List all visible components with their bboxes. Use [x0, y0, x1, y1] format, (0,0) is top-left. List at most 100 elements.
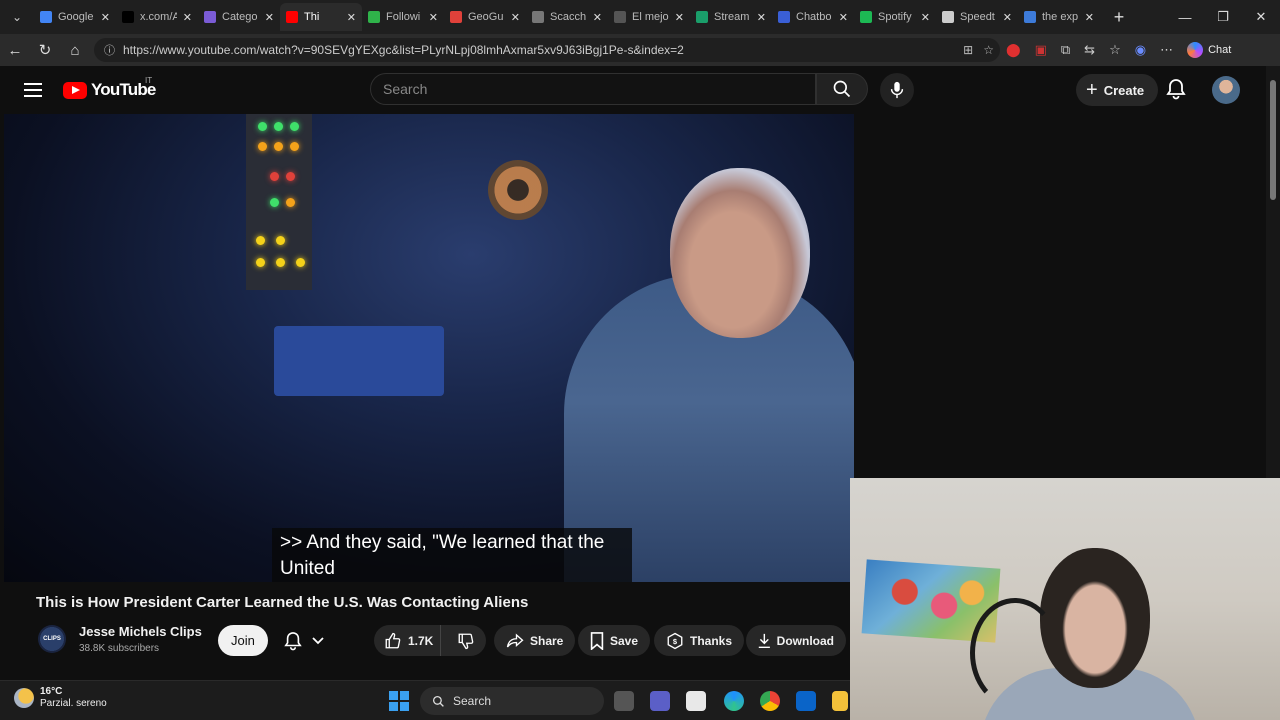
tab-close-icon[interactable]: ✕ [921, 11, 930, 24]
microsoft-store-icon[interactable] [686, 691, 706, 711]
browser-tab[interactable]: the exp ✕ [1018, 3, 1100, 31]
file-explorer-icon[interactable] [832, 691, 848, 711]
subscriber-count: 38.8K subscribers [79, 643, 160, 654]
url-text: https://www.youtube.com/watch?v=90SEVgYE… [123, 43, 684, 57]
outlook-icon[interactable] [796, 691, 816, 711]
channel-name[interactable]: Jesse Michels Clips [79, 624, 202, 639]
youtube-header: YouTube IT + Create [0, 66, 1266, 114]
notifications-button[interactable] [1166, 78, 1186, 105]
bell-icon [284, 631, 302, 650]
browser-tab[interactable]: x.com/A ✕ [116, 3, 198, 31]
save-button[interactable]: Save [578, 625, 651, 656]
video-scene-led [276, 236, 285, 245]
browser-tab[interactable]: Stream ✕ [690, 3, 772, 31]
address-bar[interactable]: ⓘ https://www.youtube.com/watch?v=90SEVg… [94, 38, 1000, 62]
taskbar-search[interactable]: Search [420, 687, 604, 715]
tab-close-icon[interactable]: ✕ [265, 11, 274, 24]
profile-icon[interactable]: ◉ [1135, 42, 1146, 58]
edge-browser-icon[interactable] [724, 691, 744, 711]
browser-tab[interactable]: Scacch ✕ [526, 3, 608, 31]
search-button[interactable] [816, 73, 868, 105]
split-screen-icon[interactable]: ⇆ [1084, 42, 1095, 58]
tab-close-icon[interactable]: ✕ [429, 11, 438, 24]
tab-close-icon[interactable]: ✕ [757, 11, 766, 24]
tab-close-icon[interactable]: ✕ [347, 11, 356, 24]
task-view-icon[interactable] [614, 691, 634, 711]
dislike-button[interactable] [447, 632, 487, 650]
svg-text:$: $ [673, 637, 678, 646]
video-scene-led [286, 198, 295, 207]
channel-avatar[interactable]: CLIPS [38, 625, 66, 653]
extension-icon-2[interactable]: ▣ [1035, 42, 1047, 58]
voice-search-button[interactable] [880, 73, 914, 107]
subscription-notification-button[interactable] [272, 625, 336, 656]
browser-tab[interactable]: Chatbo ✕ [772, 3, 854, 31]
tab-close-icon[interactable]: ✕ [839, 11, 848, 24]
chrome-icon[interactable] [760, 691, 780, 711]
video-player[interactable]: >> And they said, "We learned that the U… [4, 114, 854, 582]
video-scene-led [296, 258, 305, 267]
home-button[interactable]: ⌂ [60, 42, 90, 59]
favorites-icon[interactable]: ☆ [1109, 42, 1121, 58]
account-avatar[interactable] [1212, 76, 1240, 104]
video-title: This is How President Carter Learned the… [36, 594, 529, 611]
browser-tab[interactable]: Followi ✕ [362, 3, 444, 31]
close-window-button[interactable]: ✕ [1242, 0, 1280, 34]
copilot-chat-button[interactable]: Chat [1187, 42, 1231, 58]
caption-line-1: >> And they said, "We learned that the [280, 532, 605, 553]
browser-tab[interactable]: Thi ✕ [280, 3, 362, 31]
maximize-button[interactable]: ❐ [1204, 0, 1242, 34]
app-available-icon[interactable]: ⊞ [963, 43, 973, 57]
video-scene-equipment-panel [246, 114, 312, 290]
back-button[interactable]: ← [0, 42, 30, 59]
search-icon [833, 80, 851, 98]
download-button[interactable]: Download [746, 625, 846, 656]
join-button[interactable]: Join [218, 625, 268, 656]
browser-tab[interactable]: Speedt ✕ [936, 3, 1018, 31]
favorite-star-icon[interactable]: ☆ [983, 43, 994, 57]
new-tab-button[interactable]: + [1104, 7, 1134, 28]
tab-close-icon[interactable]: ✕ [183, 11, 192, 24]
tab-close-icon[interactable]: ✕ [593, 11, 602, 24]
reload-button[interactable]: ↻ [30, 41, 60, 59]
extensions-icon[interactable]: ⧉ [1061, 42, 1070, 58]
browser-tab[interactable]: Google ✕ [34, 3, 116, 31]
minimize-button[interactable]: — [1166, 0, 1204, 34]
windows-start-icon[interactable] [389, 691, 409, 711]
tab-actions-menu[interactable]: ⌄ [0, 0, 34, 34]
thanks-label: Thanks [690, 633, 733, 648]
browser-tab[interactable]: El mejo ✕ [608, 3, 690, 31]
tab-favicon-icon [204, 11, 216, 23]
settings-more-icon[interactable]: ⋯ [1160, 42, 1173, 58]
search-input[interactable] [383, 81, 815, 97]
extension-red-icon[interactable]: ⬤ [1006, 42, 1021, 58]
browser-tab[interactable]: GeoGu ✕ [444, 3, 526, 31]
copilot-icon [1187, 42, 1204, 58]
tab-close-icon[interactable]: ✕ [1085, 11, 1094, 24]
video-scene-led [270, 172, 279, 181]
teams-icon[interactable] [650, 691, 670, 711]
chevron-down-icon [312, 636, 324, 644]
tab-favicon-icon [122, 11, 134, 23]
tab-close-icon[interactable]: ✕ [101, 11, 110, 24]
share-label: Share [530, 633, 564, 648]
search-box [370, 73, 816, 105]
thanks-button[interactable]: $ Thanks [654, 625, 745, 656]
weather-widget[interactable]: 16°C Parzial. sereno [14, 686, 107, 710]
tab-favicon-icon [286, 11, 298, 23]
tab-title: Speedt [960, 11, 995, 23]
super-thanks-icon: $ [667, 632, 683, 649]
scrollbar-thumb[interactable] [1270, 80, 1276, 200]
share-button[interactable]: Share [494, 625, 576, 656]
tab-close-icon[interactable]: ✕ [1003, 11, 1012, 24]
browser-tab[interactable]: Spotify ✕ [854, 3, 936, 31]
create-button[interactable]: + Create [1076, 74, 1159, 106]
menu-icon[interactable] [24, 80, 42, 100]
weather-partly-sunny-icon [14, 688, 34, 708]
site-info-icon[interactable]: ⓘ [104, 42, 115, 58]
tab-close-icon[interactable]: ✕ [675, 11, 684, 24]
youtube-logo[interactable]: YouTube IT [63, 76, 156, 100]
tab-close-icon[interactable]: ✕ [511, 11, 520, 24]
browser-tab[interactable]: Catego ✕ [198, 3, 280, 31]
like-button[interactable]: 1.7K [374, 625, 441, 656]
